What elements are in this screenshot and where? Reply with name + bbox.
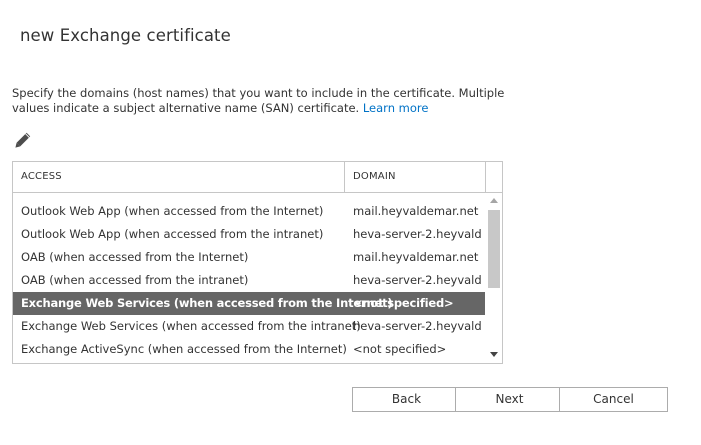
grid-header: ACCESS DOMAIN xyxy=(13,162,502,193)
cell-domain: mail.heyvaldemar.net xyxy=(353,204,479,218)
table-row[interactable]: Outlook Web App (when accessed from the … xyxy=(13,223,485,246)
cell-domain: <not specified> xyxy=(353,342,447,356)
scroll-down-arrow-icon[interactable] xyxy=(490,352,498,357)
cell-domain: heva-server-2.heyvald... xyxy=(353,319,481,333)
table-row[interactable]: Outlook Web App (when accessed from the … xyxy=(13,200,485,223)
scroll-up-arrow-icon[interactable] xyxy=(490,198,498,203)
learn-more-link[interactable]: Learn more xyxy=(363,101,429,115)
table-row-selected[interactable]: Exchange Web Services (when accessed fro… xyxy=(13,292,485,315)
table-row[interactable]: OAB (when accessed from the intranet) he… xyxy=(13,269,485,292)
cell-domain: heva-server-2.heyvald... xyxy=(353,227,481,241)
domains-grid: ACCESS DOMAIN Outlook Web App (when acce… xyxy=(12,161,503,364)
cell-access: OAB (when accessed from the Internet) xyxy=(21,250,249,264)
scrollbar-thumb[interactable] xyxy=(488,210,500,288)
next-button[interactable]: Next xyxy=(455,387,564,412)
cell-access: Exchange ActiveSync (when accessed from … xyxy=(21,342,347,356)
table-row[interactable]: OAB (when accessed from the Internet) ma… xyxy=(13,246,485,269)
table-row[interactable]: Exchange Web Services (when accessed fro… xyxy=(13,315,485,338)
intro-description: Specify the domains (host names) that yo… xyxy=(12,86,512,116)
cell-domain: <not specified> xyxy=(353,296,454,310)
column-divider xyxy=(344,162,345,192)
cancel-button[interactable]: Cancel xyxy=(559,387,668,412)
pencil-icon[interactable] xyxy=(14,131,32,149)
cell-access: Outlook Web App (when accessed from the … xyxy=(21,227,324,241)
intro-text: Specify the domains (host names) that yo… xyxy=(12,86,505,115)
cell-domain: mail.heyvaldemar.net xyxy=(353,250,479,264)
cell-domain: heva-server-2.heyvald... xyxy=(353,273,481,287)
column-header-access[interactable]: ACCESS xyxy=(21,162,62,192)
cell-access: OAB (when accessed from the intranet) xyxy=(21,273,249,287)
vertical-scrollbar[interactable] xyxy=(486,193,502,363)
cell-access: Outlook Web App (when accessed from the … xyxy=(21,204,324,218)
page-title: new Exchange certificate xyxy=(20,26,231,45)
back-button[interactable]: Back xyxy=(352,387,461,412)
cell-access: Exchange Web Services (when accessed fro… xyxy=(21,296,393,310)
table-row[interactable]: Exchange ActiveSync (when accessed from … xyxy=(13,338,485,361)
column-divider xyxy=(485,162,486,192)
column-header-domain[interactable]: DOMAIN xyxy=(353,162,396,192)
cell-access: Exchange Web Services (when accessed fro… xyxy=(21,319,361,333)
